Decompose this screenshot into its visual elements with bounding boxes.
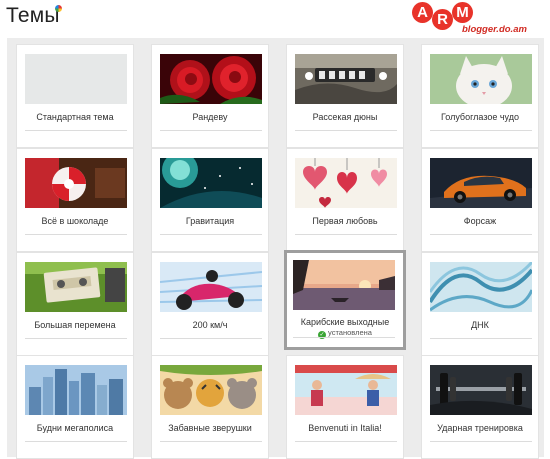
theme-label: Рандеву <box>192 112 228 122</box>
theme-thumbnail <box>160 262 262 312</box>
theme-card-standard[interactable]: Стандартная тема <box>16 44 134 148</box>
theme-label: Будни мегаполиса <box>36 423 114 433</box>
divider <box>25 234 127 235</box>
watermark-letter: M <box>452 2 473 23</box>
divider <box>160 130 262 131</box>
theme-label: Всё в шоколаде <box>41 216 109 226</box>
theme-card-italia[interactable]: Benvenuti in Italia! <box>286 355 404 459</box>
divider <box>160 441 262 442</box>
theme-thumbnail <box>430 54 532 104</box>
divider <box>25 338 127 339</box>
theme-card-big-break[interactable]: Большая перемена <box>16 252 134 356</box>
theme-thumbnail <box>25 365 127 415</box>
divider <box>430 130 532 131</box>
divider <box>295 234 397 235</box>
theme-label: Первая любовь <box>312 216 378 226</box>
theme-card-caribbean[interactable]: Карибские выходные ✓ установлена <box>284 250 406 350</box>
theme-thumbnail <box>25 158 127 208</box>
theme-label: Карибские выходные <box>300 317 390 327</box>
theme-label: Стандартная тема <box>36 112 114 122</box>
theme-label: ДНК <box>471 320 489 330</box>
theme-card-training[interactable]: Ударная тренировка <box>421 355 539 459</box>
theme-thumbnail <box>160 365 262 415</box>
theme-thumbnail <box>430 158 532 208</box>
divider <box>160 338 262 339</box>
theme-label: Забавные зверушки <box>168 423 252 433</box>
header: Темы A R M blogger.do.am <box>0 0 550 36</box>
colorful-dot-icon <box>55 5 62 12</box>
theme-card-chocolate[interactable]: Всё в шоколаде <box>16 148 134 252</box>
divider <box>430 338 532 339</box>
theme-card-200kmh[interactable]: 200 км/ч <box>151 252 269 356</box>
page-title: Темы <box>6 4 60 27</box>
theme-label: Ударная тренировка <box>437 423 523 433</box>
theme-card-dna[interactable]: ДНК <box>421 252 539 356</box>
theme-thumbnail <box>430 262 532 312</box>
divider <box>25 130 127 131</box>
watermark-letter: A <box>412 2 433 23</box>
divider <box>293 337 395 338</box>
theme-thumbnail <box>295 54 397 104</box>
watermark-logo: A R M blogger.do.am <box>412 0 550 40</box>
divider <box>295 441 397 442</box>
watermark-subtitle: blogger.do.am <box>462 24 527 35</box>
installed-status-text: установлена <box>328 328 372 337</box>
theme-card-first-love[interactable]: Первая любовь <box>286 148 404 252</box>
theme-card-animals[interactable]: Забавные зверушки <box>151 355 269 459</box>
theme-card-dunes[interactable]: Рассекая дюны <box>286 44 404 148</box>
theme-label: Гравитация <box>185 216 235 226</box>
divider <box>430 234 532 235</box>
divider <box>295 130 397 131</box>
theme-card-forsazh[interactable]: Форсаж <box>421 148 539 252</box>
theme-label: Голубоглазое чудо <box>440 112 520 122</box>
theme-thumbnail <box>293 260 395 310</box>
theme-thumbnail <box>25 54 127 104</box>
theme-thumbnail <box>430 365 532 415</box>
divider <box>430 441 532 442</box>
theme-thumbnail <box>160 54 262 104</box>
theme-thumbnail <box>295 158 397 208</box>
theme-label: Форсаж <box>463 216 497 226</box>
theme-label: 200 км/ч <box>192 320 228 330</box>
watermark-letter: R <box>432 9 453 30</box>
theme-label: Benvenuti in Italia! <box>308 423 382 433</box>
divider <box>25 441 127 442</box>
theme-card-randevu[interactable]: Рандеву <box>151 44 269 148</box>
divider <box>160 234 262 235</box>
themes-panel: Стандартная тема Рандеву Рассекая дюны Г… <box>7 38 544 459</box>
theme-thumbnail <box>160 158 262 208</box>
theme-thumbnail <box>25 262 127 312</box>
theme-label: Рассекая дюны <box>312 112 378 122</box>
theme-thumbnail <box>295 365 397 415</box>
theme-card-megapolis[interactable]: Будни мегаполиса <box>16 355 134 459</box>
theme-label: Большая перемена <box>34 320 116 330</box>
theme-card-blue-eyed[interactable]: Голубоглазое чудо <box>421 44 539 148</box>
theme-card-gravity[interactable]: Гравитация <box>151 148 269 252</box>
